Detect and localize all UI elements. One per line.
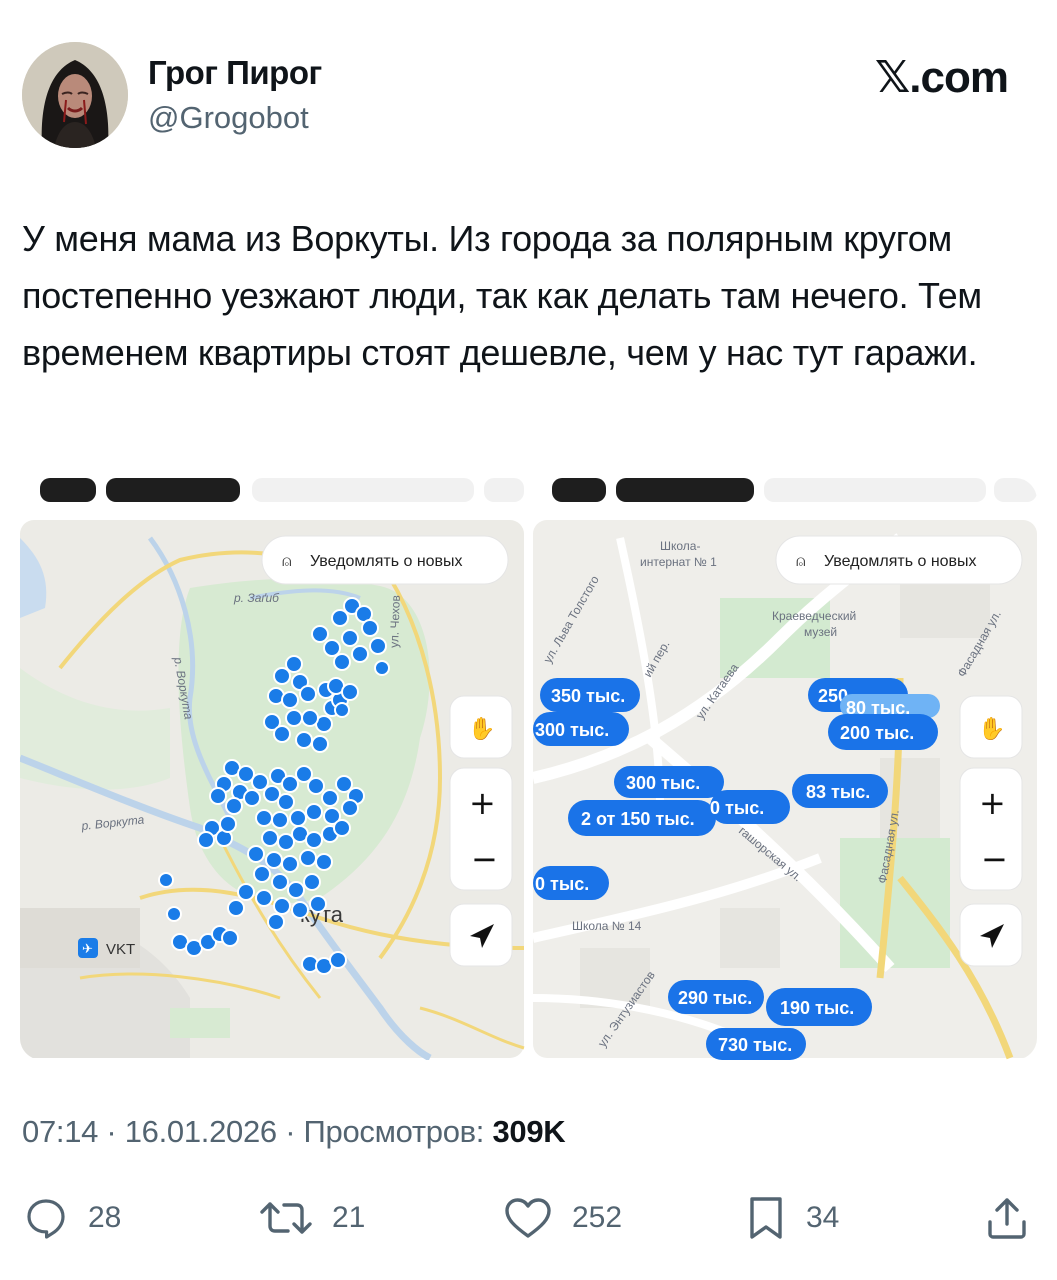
airport-label: ✈ VKT — [78, 938, 135, 958]
svg-text:300 тыс.: 300 тыс. — [626, 773, 700, 793]
price-marker[interactable]: 300 тыс. — [614, 766, 724, 798]
svg-text:Уведомлять о новых: Уведомлять о новых — [310, 553, 463, 570]
svg-text:0 тыс.: 0 тыс. — [710, 798, 764, 818]
svg-text:300 тыс.: 300 тыс. — [535, 720, 609, 740]
svg-text:83 тыс.: 83 тыс. — [806, 782, 870, 802]
avatar-portrait-icon — [22, 42, 128, 148]
svg-text:VKT: VKT — [106, 941, 135, 958]
svg-text:350 тыс.: 350 тыс. — [551, 686, 625, 706]
tweet-text: У меня мама из Воркуты. Из города за пол… — [22, 218, 982, 373]
svg-text:290 тыс.: 290 тыс. — [678, 988, 752, 1008]
x-logo: 𝕏.com — [874, 53, 1009, 102]
retweet-button[interactable]: 21 — [258, 1188, 365, 1248]
zoom-out-icon: − — [981, 840, 1008, 878]
retweet-count: 21 — [332, 1201, 366, 1234]
zoom-in-icon: + — [979, 784, 1006, 822]
svg-text:2 от 150 тыс.: 2 от 150 тыс. — [581, 809, 695, 829]
svg-text:Уведомлять о новых: Уведомлять о новых — [824, 553, 977, 570]
pan-button-right[interactable]: ✋ — [959, 695, 1023, 759]
reply-count: 28 — [88, 1201, 122, 1234]
like-count: 252 — [572, 1201, 623, 1234]
price-marker[interactable]: 200 тыс. — [828, 714, 938, 750]
share-button[interactable] — [984, 1188, 1030, 1248]
zoom-in-icon: + — [469, 784, 496, 822]
school-1-label-b: интернат № 1 — [640, 555, 717, 569]
notify-new-button-left[interactable]: ⍝ Уведомлять о новых — [261, 535, 509, 585]
timestamp-and-views-label: 07:14 · 16.01.2026 · Просмотров: — [22, 1114, 493, 1149]
price-marker[interactable]: 2 от 150 тыс. — [568, 800, 716, 836]
museum-label-b: музей — [804, 625, 837, 639]
author-avatar[interactable] — [22, 42, 128, 148]
left-map[interactable]: р. Заґиб р. Воркута р. Воркута ул. Чехов… — [20, 520, 525, 1060]
street-chekhov-label: ул. Чехов — [387, 595, 403, 648]
locate-button-right[interactable] — [959, 903, 1023, 967]
price-marker[interactable]: 190 тыс. — [766, 988, 872, 1026]
school-1-label-a: Школа- — [660, 539, 700, 553]
reply-button[interactable]: 28 — [22, 1188, 121, 1248]
zoom-controls-left[interactable]: + − — [449, 767, 513, 891]
bell-icon: ⍝ — [282, 553, 292, 570]
bookmark-button[interactable]: 34 — [744, 1188, 839, 1248]
price-marker[interactable]: 300 тыс. — [533, 712, 629, 746]
price-marker[interactable]: 0 тыс. — [710, 790, 790, 824]
reply-icon — [27, 1199, 65, 1239]
zoom-controls-right[interactable]: + − — [959, 767, 1023, 891]
hand-icon: ✋ — [468, 716, 495, 742]
tweet-meta: 07:14 · 16.01.2026 · Просмотров: 309K — [22, 1114, 566, 1150]
like-button[interactable]: 252 — [502, 1188, 622, 1248]
share-icon — [988, 1198, 1026, 1239]
bookmark-icon — [750, 1197, 782, 1239]
zoom-out-icon: − — [471, 840, 498, 878]
pan-button-left[interactable]: ✋ — [449, 695, 513, 759]
school-14-label: Школа № 14 — [572, 919, 642, 933]
tweet-header: Грог Пирог @Grogobot 𝕏.com — [22, 40, 1032, 152]
svg-text:0 тыс.: 0 тыс. — [535, 874, 589, 894]
price-marker[interactable]: 83 тыс. — [792, 774, 888, 808]
museum-label-a: Краеведческий — [772, 609, 856, 623]
tweet-actions: 28 21 252 34 — [0, 1188, 1057, 1248]
tweet-media[interactable]: р. Заґиб р. Воркута р. Воркута ул. Чехов… — [20, 478, 1037, 1060]
price-marker[interactable]: 350 тыс. — [540, 678, 640, 712]
price-marker[interactable]: 730 тыс. — [706, 1028, 806, 1060]
heart-icon — [505, 1198, 551, 1238]
locate-button-left[interactable] — [449, 903, 513, 967]
svg-text:200 тыс.: 200 тыс. — [840, 723, 914, 743]
author-display-name[interactable]: Грог Пирог — [148, 54, 322, 92]
svg-text:730 тыс.: 730 тыс. — [718, 1035, 792, 1055]
bell-icon: ⍝ — [796, 553, 806, 570]
views-count: 309K — [492, 1114, 566, 1149]
svg-text:190 тыс.: 190 тыс. — [780, 998, 854, 1018]
right-map[interactable]: Школа- интернат № 1 Краеведческий музей … — [531, 520, 1037, 1060]
map-screenshots: р. Заґиб р. Воркута р. Воркута ул. Чехов… — [20, 478, 1037, 1060]
retweet-icon — [260, 1202, 312, 1234]
bookmark-count: 34 — [806, 1201, 840, 1234]
svg-text:✈: ✈ — [82, 941, 93, 956]
price-marker[interactable]: 290 тыс. — [668, 980, 764, 1014]
author-handle[interactable]: @Grogobot — [148, 100, 309, 136]
river-zagib-label: р. Заґиб — [233, 591, 280, 605]
hand-icon: ✋ — [978, 716, 1005, 742]
notify-new-button-right[interactable]: ⍝ Уведомлять о новых — [775, 535, 1023, 585]
price-marker[interactable]: 0 тыс. — [533, 866, 609, 900]
